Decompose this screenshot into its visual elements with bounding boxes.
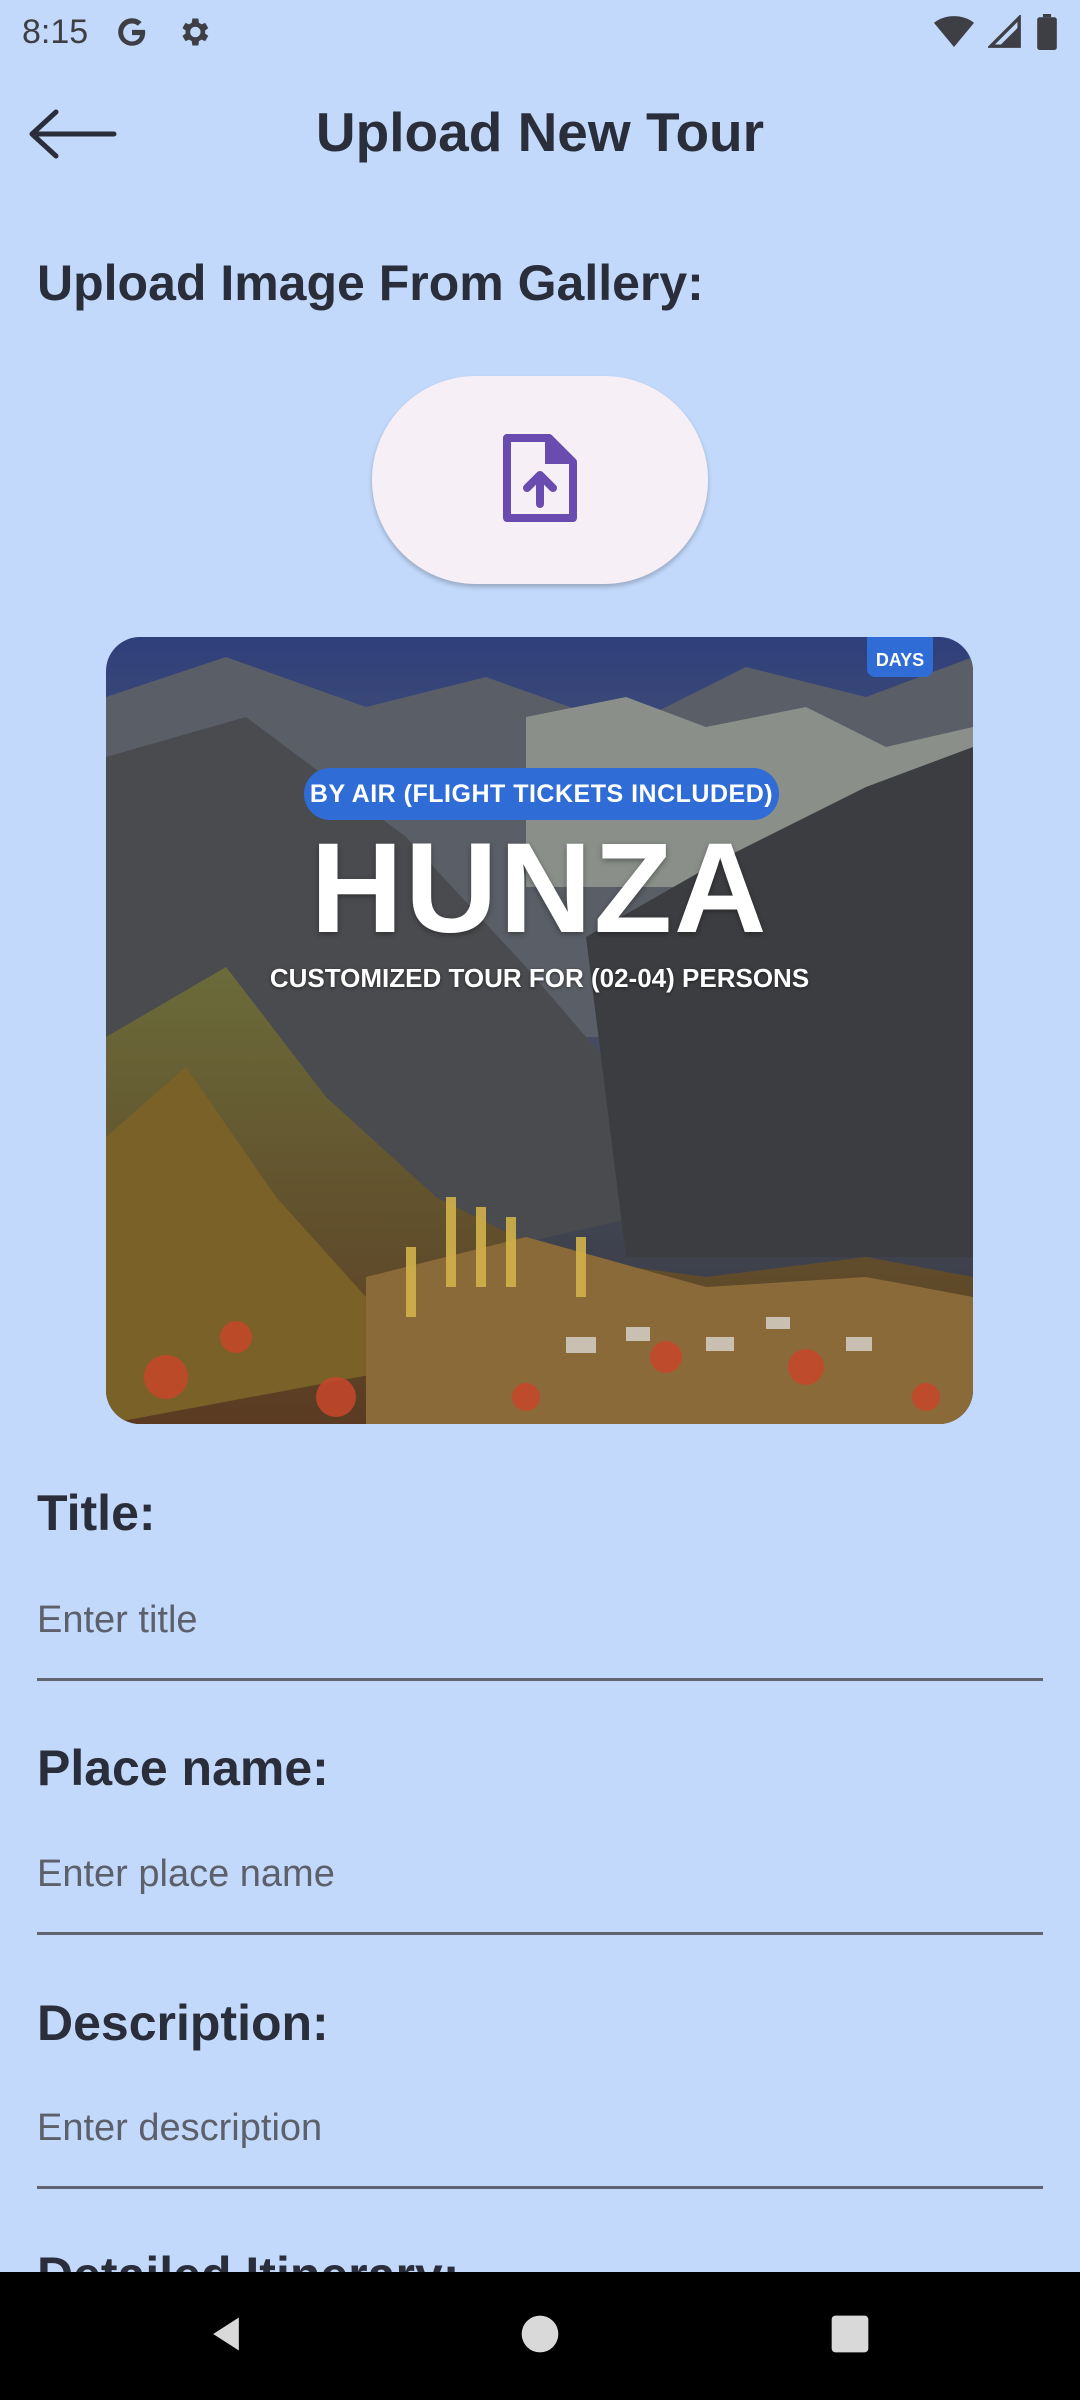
- status-bar: 8:15: [0, 0, 1080, 64]
- google-icon: [114, 14, 150, 50]
- settings-icon: [176, 14, 212, 50]
- days-badge: DAYS: [867, 637, 933, 677]
- status-time: 8:15: [22, 12, 89, 51]
- home-circle-icon: [518, 2312, 562, 2361]
- description-input[interactable]: [37, 2088, 1043, 2168]
- description-label: Description:: [37, 1995, 329, 2051]
- title-label: Title:: [37, 1485, 156, 1541]
- nav-home-button[interactable]: [480, 2272, 600, 2400]
- title-underline: [37, 1678, 1043, 1681]
- page-title: Upload New Tour: [315, 101, 765, 163]
- upload-label: Upload Image From Gallery:: [37, 255, 704, 311]
- nav-back-button[interactable]: [166, 2272, 286, 2400]
- tour-image-preview: DAYS BY AIR (FLIGHT TICKETS INCLUDED) HU…: [106, 637, 973, 1424]
- back-triangle-icon: [204, 2312, 248, 2361]
- recents-square-icon: [828, 2312, 872, 2361]
- place-underline: [37, 1932, 1043, 1935]
- description-underline: [37, 2186, 1043, 2189]
- flight-badge: BY AIR (FLIGHT TICKETS INCLUDED): [304, 768, 779, 820]
- app-bar: Upload New Tour: [0, 80, 1080, 190]
- title-input[interactable]: [37, 1580, 1043, 1660]
- file-upload-icon: [501, 432, 579, 529]
- upload-image-button[interactable]: [372, 376, 708, 584]
- place-input[interactable]: [37, 1834, 1043, 1914]
- place-label: Place name:: [37, 1740, 329, 1796]
- tour-subtitle: CUSTOMIZED TOUR FOR (02-04) PERSONS: [269, 963, 810, 993]
- tour-headline: HUNZA: [310, 817, 769, 960]
- battery-icon: [1036, 14, 1058, 50]
- wifi-icon: [934, 15, 974, 49]
- navigation-bar: [0, 2272, 1080, 2400]
- tour-landscape-image: [106, 637, 973, 1424]
- nav-recents-button[interactable]: [790, 2272, 910, 2400]
- signal-icon: [988, 15, 1022, 49]
